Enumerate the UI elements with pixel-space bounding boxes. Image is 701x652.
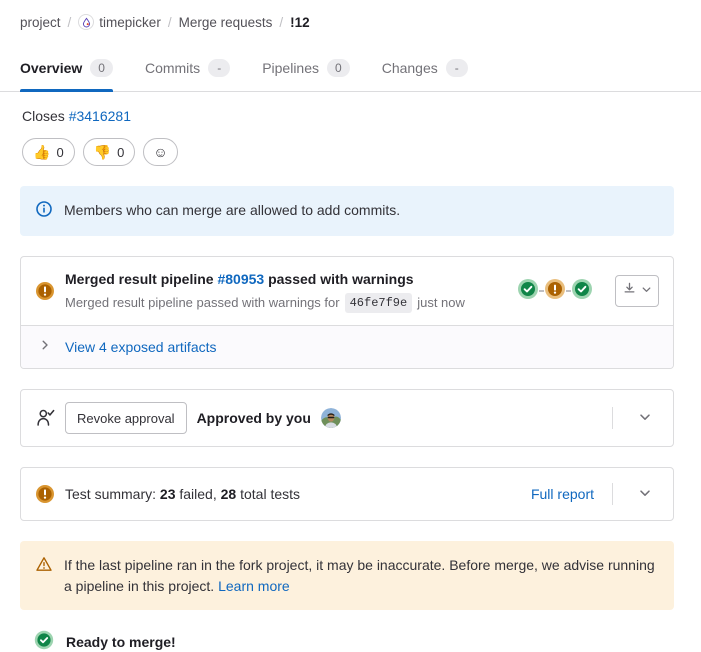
- download-icon: [622, 281, 637, 301]
- warning-filled-icon: [35, 484, 55, 504]
- tab-pipelines-badge: 0: [327, 58, 350, 77]
- breadcrumb-group-label: timepicker: [99, 14, 161, 30]
- tab-changes[interactable]: Changes -: [382, 44, 484, 91]
- pipeline-widget-row: Merged result pipeline #80953 passed wit…: [21, 257, 673, 325]
- test-total-count: 28: [220, 486, 237, 503]
- breadcrumb-item-group[interactable]: timepicker: [78, 14, 161, 30]
- thumbs-down-icon: 👎: [93, 144, 112, 160]
- test-summary-expand-button[interactable]: [631, 480, 659, 508]
- members-merge-info-text: Members who can merge are allowed to add…: [64, 202, 401, 218]
- exposed-artifacts-row[interactable]: View 4 exposed artifacts: [21, 325, 673, 369]
- tab-overview-label: Overview: [20, 59, 83, 76]
- members-merge-info-alert: Members who can merge are allowed to add…: [20, 186, 674, 237]
- approval-divider: [612, 407, 613, 430]
- information-circle-icon: [36, 201, 52, 222]
- tab-commits-badge: -: [208, 58, 231, 77]
- view-exposed-artifacts-link[interactable]: View 4 exposed artifacts: [65, 339, 217, 355]
- learn-more-link[interactable]: Learn more: [218, 578, 290, 594]
- fork-warning-message: If the last pipeline ran in the fork pro…: [64, 557, 655, 594]
- full-report-link[interactable]: Full report: [531, 486, 594, 502]
- pipeline-mini-graph: [517, 278, 593, 305]
- test-failed-count: 23: [159, 486, 176, 503]
- merge-request-body: Closes #3416281 👍 0 👎 0 ☺ Members who ca…: [0, 92, 701, 652]
- ready-to-merge-label: Ready to merge!: [66, 634, 176, 651]
- thumbs-up-icon: 👍: [33, 144, 51, 160]
- approval-widget-row: Revoke approval Approved by you: [21, 390, 673, 446]
- test-summary-row: Test summary: 23 failed, 28 total tests …: [21, 468, 673, 520]
- award-thumbsup-count: 0: [56, 144, 64, 160]
- chevron-right-icon: [39, 338, 51, 356]
- tab-pipelines-label: Pipelines: [262, 59, 320, 76]
- pipeline-stage-success-1[interactable]: [517, 278, 539, 305]
- add-reaction-button[interactable]: ☺: [143, 138, 178, 166]
- warning-triangle-icon: [36, 556, 52, 577]
- pipeline-stage-success-2[interactable]: [571, 278, 593, 305]
- test-summary-text: Test summary: 23 failed, 28 total tests: [65, 486, 521, 502]
- chevron-down-icon: [641, 282, 652, 300]
- test-total-label: total tests: [240, 486, 301, 503]
- pipeline-subtitle: Merged result pipeline passed with warni…: [65, 293, 507, 314]
- closes-label: Closes: [22, 108, 65, 124]
- test-summary-widget: Test summary: 23 failed, 28 total tests …: [20, 467, 674, 522]
- tab-changes-badge: -: [445, 58, 468, 77]
- pipeline-title: Merged result pipeline #80953 passed wit…: [65, 269, 507, 289]
- pipeline-title-prefix: Merged result pipeline: [65, 271, 214, 288]
- success-check-icon: [34, 630, 54, 652]
- test-summary-divider: [612, 483, 613, 506]
- fork-pipeline-warning-alert: If the last pipeline ran in the fork pro…: [20, 541, 674, 610]
- award-emoji-bar: 👍 0 👎 0 ☺: [22, 138, 681, 166]
- commit-sha-badge[interactable]: 46fe7f9e: [344, 293, 413, 314]
- approval-expand-button[interactable]: [631, 404, 659, 432]
- tab-overview-badge: 0: [90, 58, 113, 77]
- merge-request-tabs: Overview 0 Commits - Pipelines 0 Changes…: [0, 44, 701, 92]
- tab-commits-label: Commits: [144, 59, 201, 76]
- tab-changes-label: Changes: [381, 59, 438, 76]
- closes-issue-line: Closes #3416281: [22, 108, 681, 124]
- smiley-icon: ☺: [153, 144, 168, 160]
- chevron-down-icon: [638, 410, 652, 427]
- approved-by-label: Approved by you: [196, 410, 311, 427]
- tab-pipelines[interactable]: Pipelines 0: [262, 44, 366, 91]
- revoke-approval-button[interactable]: Revoke approval: [65, 402, 187, 435]
- pipeline-subtitle-prefix: Merged result pipeline passed with warni…: [65, 295, 340, 311]
- avatar[interactable]: [320, 408, 341, 429]
- project-avatar-icon: [78, 14, 95, 30]
- test-failed-label: failed,: [179, 486, 217, 503]
- breadcrumb: project / timepicker / Merge requests / …: [0, 0, 701, 44]
- tab-commits[interactable]: Commits -: [145, 44, 246, 91]
- award-thumbsup-button[interactable]: 👍 0: [22, 138, 75, 166]
- download-artifacts-dropdown[interactable]: [615, 275, 659, 308]
- approval-user-check-icon: [35, 408, 55, 428]
- pipeline-id-link[interactable]: #80953: [217, 271, 264, 287]
- approval-widget: Revoke approval Approved by you: [20, 389, 674, 448]
- fork-pipeline-warning-text: If the last pipeline ran in the fork pro…: [64, 555, 658, 596]
- pipeline-timestamp: just now: [417, 295, 465, 311]
- breadcrumb-current-mr: !12: [290, 14, 310, 30]
- breadcrumb-item-project[interactable]: project: [20, 15, 61, 30]
- pipeline-widget-main: Merged result pipeline #80953 passed wit…: [65, 269, 507, 314]
- pipeline-stage-warning[interactable]: [544, 278, 566, 305]
- closes-issue-link[interactable]: #3416281: [69, 108, 131, 124]
- pipeline-widget: Merged result pipeline #80953 passed wit…: [20, 256, 674, 370]
- breadcrumb-separator-2: /: [167, 14, 172, 30]
- ready-to-merge-section: Ready to merge!: [20, 630, 681, 652]
- test-summary-label: Test summary:: [65, 486, 157, 503]
- pipeline-title-suffix: passed with warnings: [268, 271, 414, 288]
- tab-overview[interactable]: Overview 0: [20, 44, 129, 92]
- award-thumbsdown-count: 0: [117, 144, 125, 160]
- breadcrumb-separator: /: [67, 14, 72, 30]
- award-thumbsdown-button[interactable]: 👎 0: [82, 138, 136, 166]
- chevron-down-icon: [638, 486, 652, 503]
- warning-filled-icon: [35, 281, 55, 301]
- breadcrumb-separator-3: /: [279, 14, 284, 30]
- breadcrumb-item-merge-requests[interactable]: Merge requests: [179, 15, 273, 30]
